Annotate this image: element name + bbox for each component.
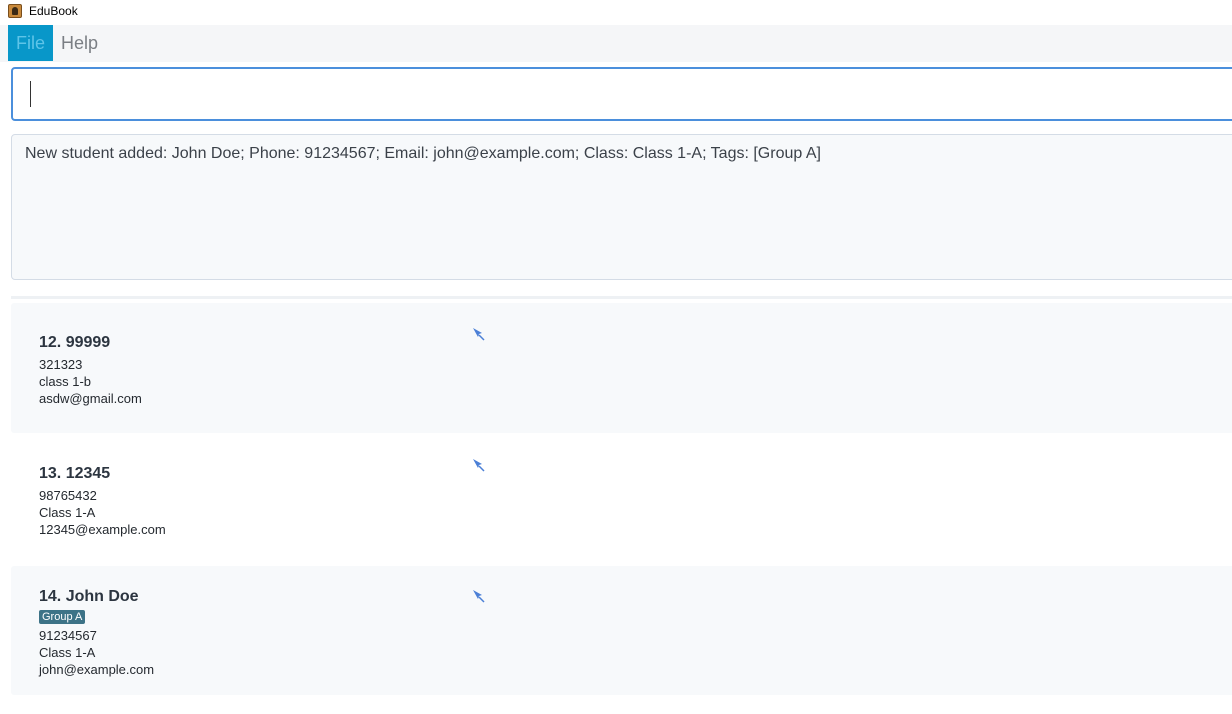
address-book-icon xyxy=(8,4,22,18)
command-input[interactable] xyxy=(11,67,1232,121)
student-name: 14. John Doe xyxy=(39,588,139,605)
student-name: 12. 99999 xyxy=(39,334,111,351)
student-name: 13. 12345 xyxy=(39,465,111,482)
menu-bar: File Help xyxy=(0,25,1232,62)
list-divider xyxy=(11,296,1232,299)
student-email: john@example.com xyxy=(39,662,155,677)
student-phone: 91234567 xyxy=(39,628,97,643)
student-class: Class 1-A xyxy=(39,505,96,520)
student-email: 12345@example.com xyxy=(39,522,166,537)
student-card[interactable]: 12. 99999 321323 class 1-b asdw@gmail.co… xyxy=(11,303,1232,433)
result-message: New student added: John Doe; Phone: 9123… xyxy=(25,145,821,162)
pin-icon[interactable] xyxy=(470,457,486,473)
student-card[interactable]: 14. John Doe Group A 91234567 Class 1-A … xyxy=(11,566,1232,695)
title-bar: EduBook xyxy=(0,0,1232,22)
tag-badge: Group A xyxy=(39,610,86,624)
student-phone: 98765432 xyxy=(39,488,97,503)
text-caret xyxy=(30,81,31,107)
student-class: Class 1-A xyxy=(39,645,96,660)
student-card[interactable]: 13. 12345 98765432 Class 1-A 12345@examp… xyxy=(11,435,1232,563)
menu-file[interactable]: File xyxy=(8,25,54,61)
student-email: asdw@gmail.com xyxy=(39,391,142,406)
pin-icon[interactable] xyxy=(470,588,486,604)
student-phone: 321323 xyxy=(39,357,83,372)
pin-icon[interactable] xyxy=(470,326,486,342)
student-class: class 1-b xyxy=(39,374,92,389)
result-display[interactable]: New student added: John Doe; Phone: 9123… xyxy=(11,134,1232,280)
window-title: EduBook xyxy=(29,4,78,18)
menu-help[interactable]: Help xyxy=(53,25,106,61)
